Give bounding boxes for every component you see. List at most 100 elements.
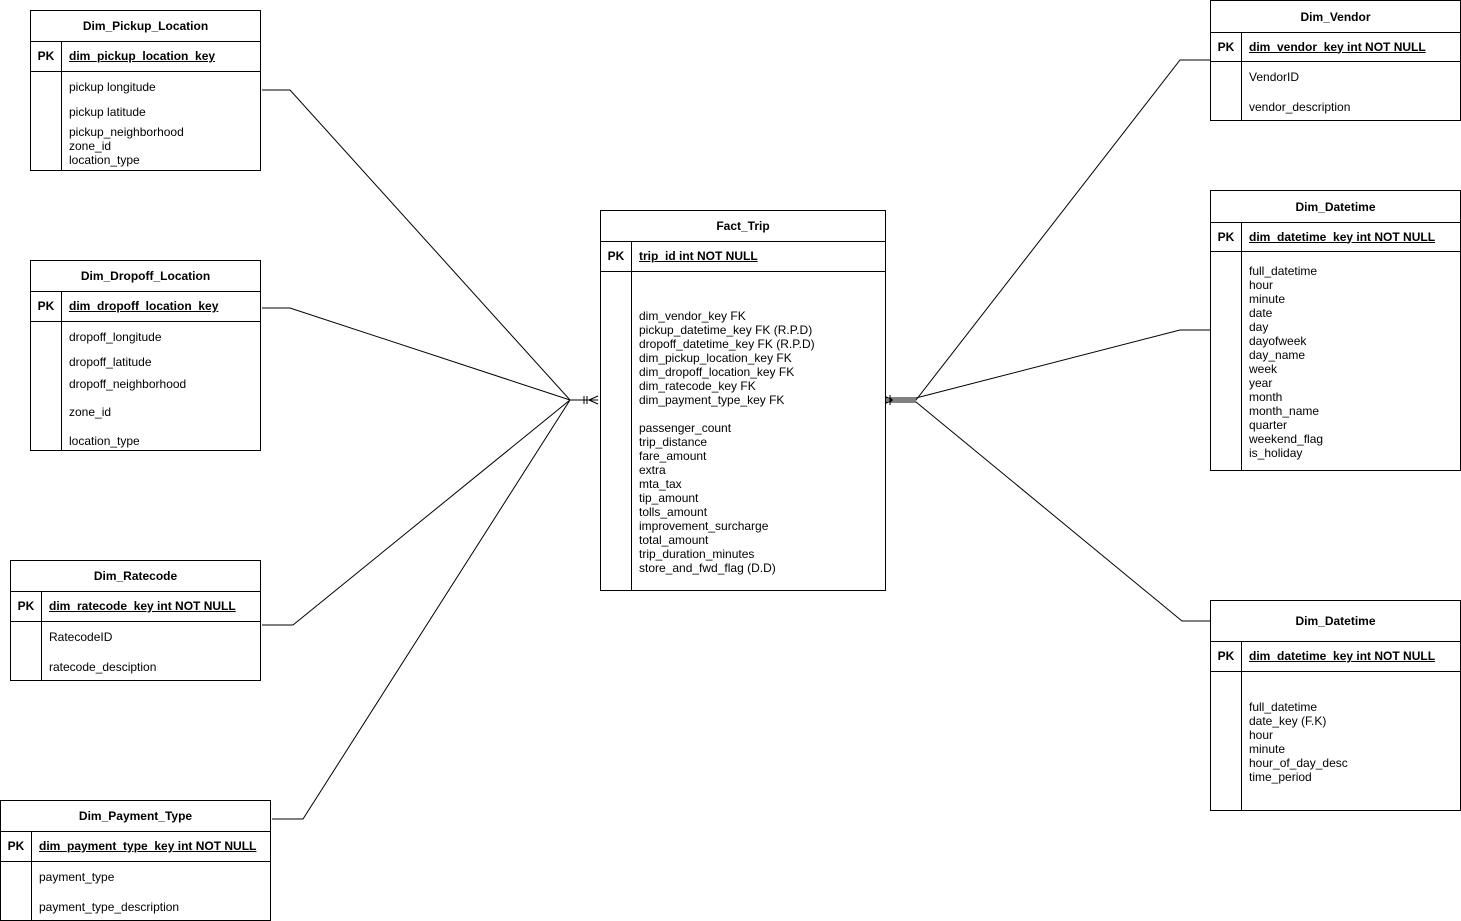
pk-label: PK: [31, 41, 62, 71]
pk-label: PK: [1211, 32, 1242, 61]
attribute-field: vendor_description: [1249, 100, 1351, 114]
attribute-field: pickup latitude: [69, 105, 146, 119]
attribute-field: payment_type_description: [39, 900, 180, 914]
attribute-key-column: [1211, 671, 1242, 810]
attribute-field: month: [1249, 390, 1283, 404]
entity-title: Dim_Payment_Type: [1, 801, 270, 832]
primary-key-row: PK trip_id int NOT NULL: [601, 241, 885, 272]
measure-field: passenger_count: [639, 421, 732, 435]
entity-title: Dim_Ratecode: [11, 561, 260, 592]
attribute-field: payment_type: [39, 870, 115, 884]
measure-field: tip_amount: [639, 491, 699, 505]
measure-field: tolls_amount: [639, 505, 708, 519]
attribute-field: weekend_flag: [1249, 432, 1324, 446]
entity-title: Dim_Datetime: [1211, 601, 1460, 642]
attribute-field: full_datetime: [1249, 700, 1318, 714]
pk-name: dim_datetime_key int NOT NULL: [1249, 649, 1436, 663]
pk-name: dim_ratecode_key int NOT NULL: [49, 599, 236, 613]
entity-title: Dim_Datetime: [1211, 191, 1460, 223]
measure-field: total_amount: [639, 533, 709, 547]
entity-dim-dropoff-location[interactable]: Dim_Dropoff_Location PK dim_dropoff_loca…: [30, 260, 261, 451]
pk-name: dim_vendor_key int NOT NULL: [1249, 39, 1426, 54]
measure-field: trip_duration_minutes: [639, 547, 755, 561]
relationship-fact-to-datetime: [886, 329, 1210, 399]
primary-key-row: PK dim_vendor_key int NOT NULL: [1211, 32, 1460, 62]
entity-dim-datetime-2[interactable]: Dim_Datetime PK dim_datetime_key int NOT…: [1210, 600, 1461, 811]
foreign-key-field: dim_payment_type_key FK: [639, 393, 785, 407]
relationship-fact-to-vendor: [886, 59, 1210, 401]
measure-field: trip_distance: [639, 435, 708, 449]
attribute-key-column: [31, 321, 62, 450]
attribute-key-column: [1, 861, 32, 920]
foreign-key-field: pickup_datetime_key FK (R.P.D): [639, 323, 813, 337]
pk-name: dim_dropoff_location_key: [69, 299, 219, 313]
attribute-key-column: [1211, 251, 1242, 470]
attribute-field: full_datetime: [1249, 264, 1318, 278]
pk-name: dim_payment_type_key int NOT NULL: [39, 839, 257, 853]
attribute-field: hour_of_day_desc: [1249, 756, 1348, 770]
attribute-field: pickup longitude: [69, 80, 156, 94]
entity-fact-trip[interactable]: Fact_Trip PK trip_id int NOT NULL dim_ve…: [600, 210, 886, 591]
primary-key-row: PK dim_pickup_location_key: [31, 41, 260, 72]
entity-title: Dim_Pickup_Location: [31, 11, 260, 42]
pk-label: PK: [31, 291, 62, 321]
attribute-key-column: [31, 71, 62, 170]
attribute-key-column: [601, 271, 632, 590]
entity-title: Dim_Dropoff_Location: [31, 261, 260, 292]
attribute-field: location_type: [69, 153, 140, 167]
attribute-field: ratecode_desciption: [49, 660, 157, 674]
attribute-field: RatecodeID: [49, 630, 113, 644]
primary-key-row: PK dim_ratecode_key int NOT NULL: [11, 591, 260, 622]
attribute-key-column: [1211, 61, 1242, 120]
primary-key-row: PK dim_payment_type_key int NOT NULL: [1, 831, 270, 862]
attribute-field: month_name: [1249, 404, 1320, 418]
attribute-field: is_holiday: [1249, 446, 1303, 460]
attribute-field: day: [1249, 320, 1269, 334]
attribute-field: date_key (F.K): [1249, 714, 1327, 728]
attribute-field: year: [1249, 376, 1273, 390]
foreign-key-field: dropoff_datetime_key FK (R.P.D): [639, 337, 815, 351]
pk-name: dim_pickup_location_key: [69, 49, 216, 63]
attribute-field: dropoff_latitude: [69, 355, 152, 369]
attribute-field: date: [1249, 306, 1273, 320]
attribute-field: pickup_neighborhood: [69, 125, 184, 139]
entity-dim-payment-type[interactable]: Dim_Payment_Type PK dim_payment_type_key…: [0, 800, 271, 921]
primary-key-row: PK dim_datetime_key int NOT NULL: [1211, 222, 1460, 252]
attribute-field: hour: [1249, 728, 1274, 742]
attribute-field: quarter: [1249, 418, 1288, 432]
entity-dim-ratecode[interactable]: Dim_Ratecode PK dim_ratecode_key int NOT…: [10, 560, 261, 681]
attribute-field: minute: [1249, 742, 1286, 756]
pk-label: PK: [1211, 641, 1242, 671]
attribute-field: VendorID: [1249, 70, 1300, 84]
entity-title: Fact_Trip: [601, 211, 885, 242]
pk-name: trip_id int NOT NULL: [639, 249, 758, 263]
foreign-key-field: dim_pickup_location_key FK: [639, 351, 792, 365]
attribute-field: dropoff_longitude: [69, 330, 162, 344]
foreign-key-field: dim_vendor_key FK: [639, 309, 746, 323]
attribute-field: day_name: [1249, 348, 1306, 362]
entity-dim-datetime[interactable]: Dim_Datetime PK dim_datetime_key int NOT…: [1210, 190, 1461, 471]
attribute-field: dropoff_neighborhood: [69, 377, 187, 391]
entity-dim-pickup-location[interactable]: Dim_Pickup_Location PK dim_pickup_locati…: [30, 10, 261, 171]
attribute-field: dayofweek: [1249, 334, 1307, 348]
entity-dim-vendor[interactable]: Dim_Vendor PK dim_vendor_key int NOT NUL…: [1210, 0, 1461, 121]
attribute-field: zone_id: [69, 139, 112, 153]
entity-title: Dim_Vendor: [1211, 1, 1460, 33]
relationship-fact-to-datetime-2: [886, 401, 1212, 622]
attribute-field: zone_id: [69, 405, 112, 419]
pk-label: PK: [1, 831, 32, 861]
relationship-dropoff-to-fact: [262, 307, 598, 401]
pk-name: dim_datetime_key int NOT NULL: [1249, 229, 1436, 244]
measure-field: fare_amount: [639, 449, 707, 463]
foreign-key-field: dim_dropoff_location_key FK: [639, 365, 795, 379]
attribute-key-column: [11, 621, 42, 680]
primary-key-row: PK dim_dropoff_location_key: [31, 291, 260, 322]
attribute-field: location_type: [69, 434, 140, 448]
attribute-field: hour: [1249, 278, 1274, 292]
attribute-field: week: [1249, 362, 1278, 376]
measure-field: improvement_surcharge: [639, 519, 769, 533]
pk-label: PK: [1211, 222, 1242, 251]
attribute-field: time_period: [1249, 770, 1312, 784]
measure-field: store_and_fwd_flag (D.D): [639, 561, 776, 575]
primary-key-row: PK dim_datetime_key int NOT NULL: [1211, 641, 1460, 672]
